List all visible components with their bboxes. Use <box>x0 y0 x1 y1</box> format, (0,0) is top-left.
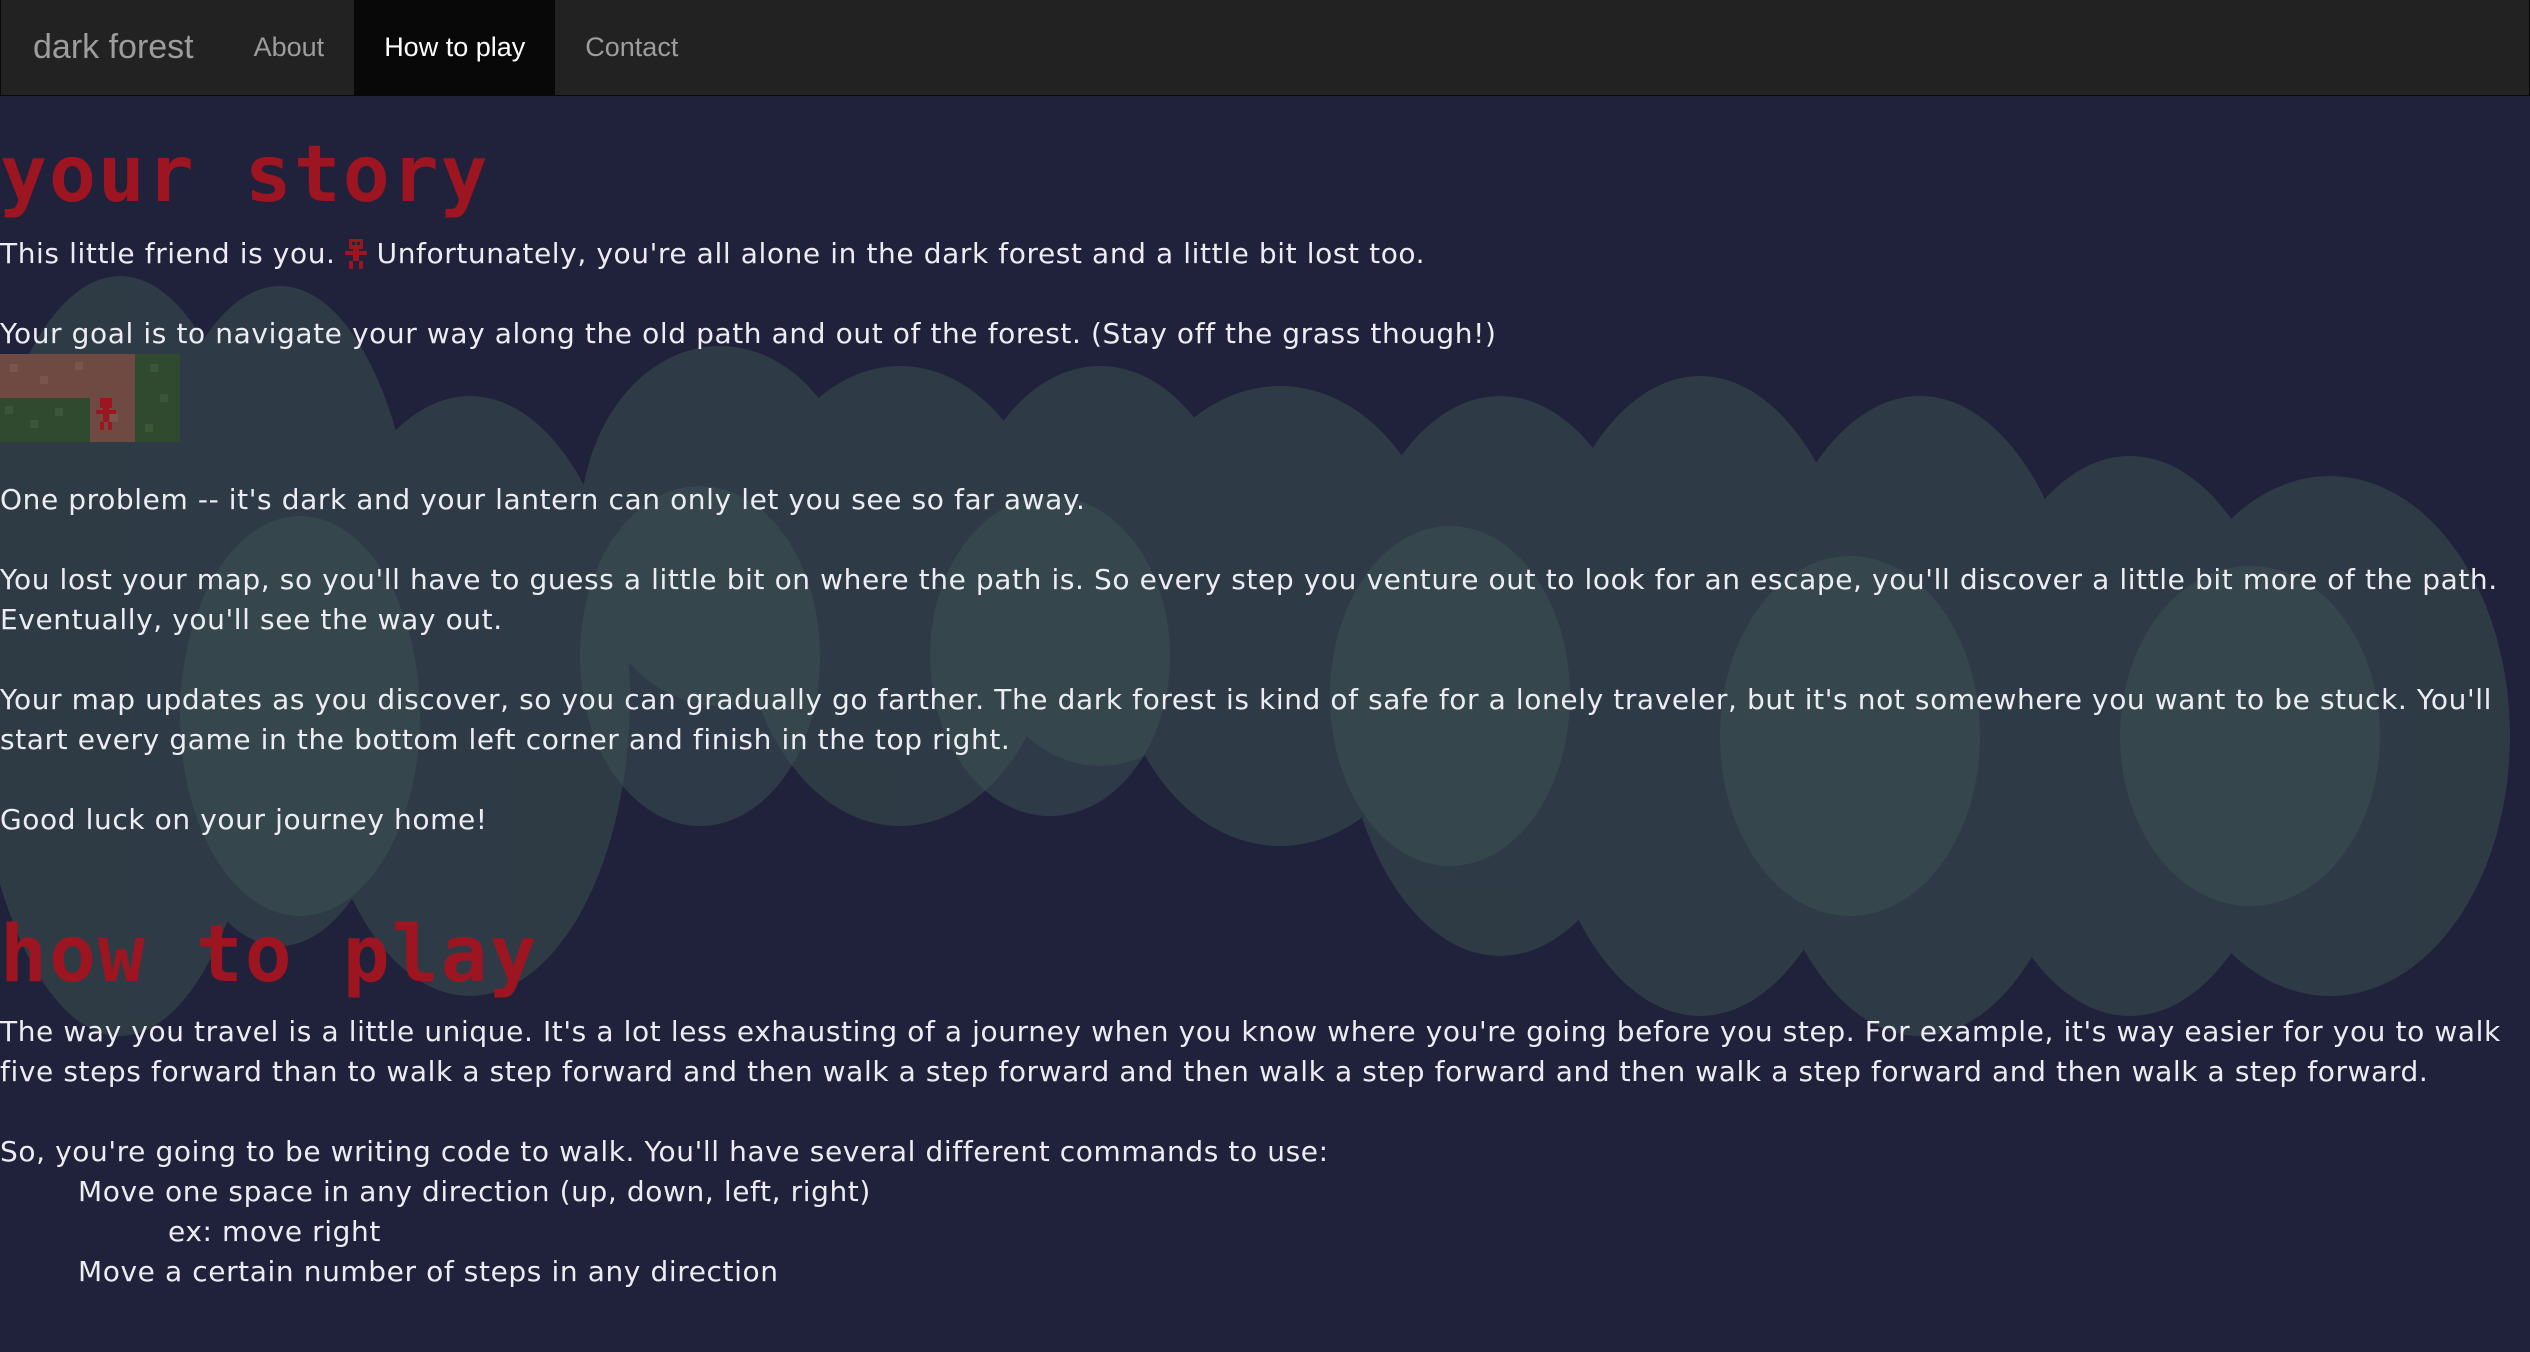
story-paragraph-1: This little friend is you. Unfortunately… <box>0 234 2530 274</box>
nav-item-how-to-play[interactable]: How to play <box>354 0 556 95</box>
command-move-one: Move one space in any direction (up, dow… <box>78 1175 871 1208</box>
nav-item-contact[interactable]: Contact <box>555 0 708 95</box>
path-example-image <box>0 354 180 442</box>
story-paragraph-6: Good luck on your journey home! <box>0 803 488 836</box>
story-paragraph-5: Your map updates as you discover, so you… <box>0 683 2493 756</box>
command-move-one-example: ex: move right <box>168 1215 381 1248</box>
how-to-play-paragraph-1: The way you travel is a little unique. I… <box>0 1015 2501 1088</box>
story-paragraph-1-end: Unfortunately, you're all alone in the d… <box>376 237 1426 270</box>
command-move-steps: Move a certain number of steps in any di… <box>78 1255 779 1288</box>
story-paragraph-4: You lost your map, so you'll have to gue… <box>0 563 2498 636</box>
story-paragraph-2: Your goal is to navigate your way along … <box>0 317 1497 350</box>
navbar: dark forest About How to play Contact <box>0 0 2530 96</box>
how-to-play-paragraph-2: So, you're going to be writing code to w… <box>0 1135 1329 1168</box>
how-to-play-heading: how to play <box>0 910 539 1000</box>
story-paragraph-3: One problem -- it's dark and your lanter… <box>0 483 1086 516</box>
brand-link[interactable]: dark forest <box>1 0 224 95</box>
nav-item-about[interactable]: About <box>224 0 355 95</box>
story-paragraph-1-start: This little friend is you. <box>0 237 336 270</box>
traveler-icon <box>345 239 368 269</box>
story-heading: your story <box>0 130 490 220</box>
main-content: your story This little friend is you. Un… <box>0 96 2530 1292</box>
